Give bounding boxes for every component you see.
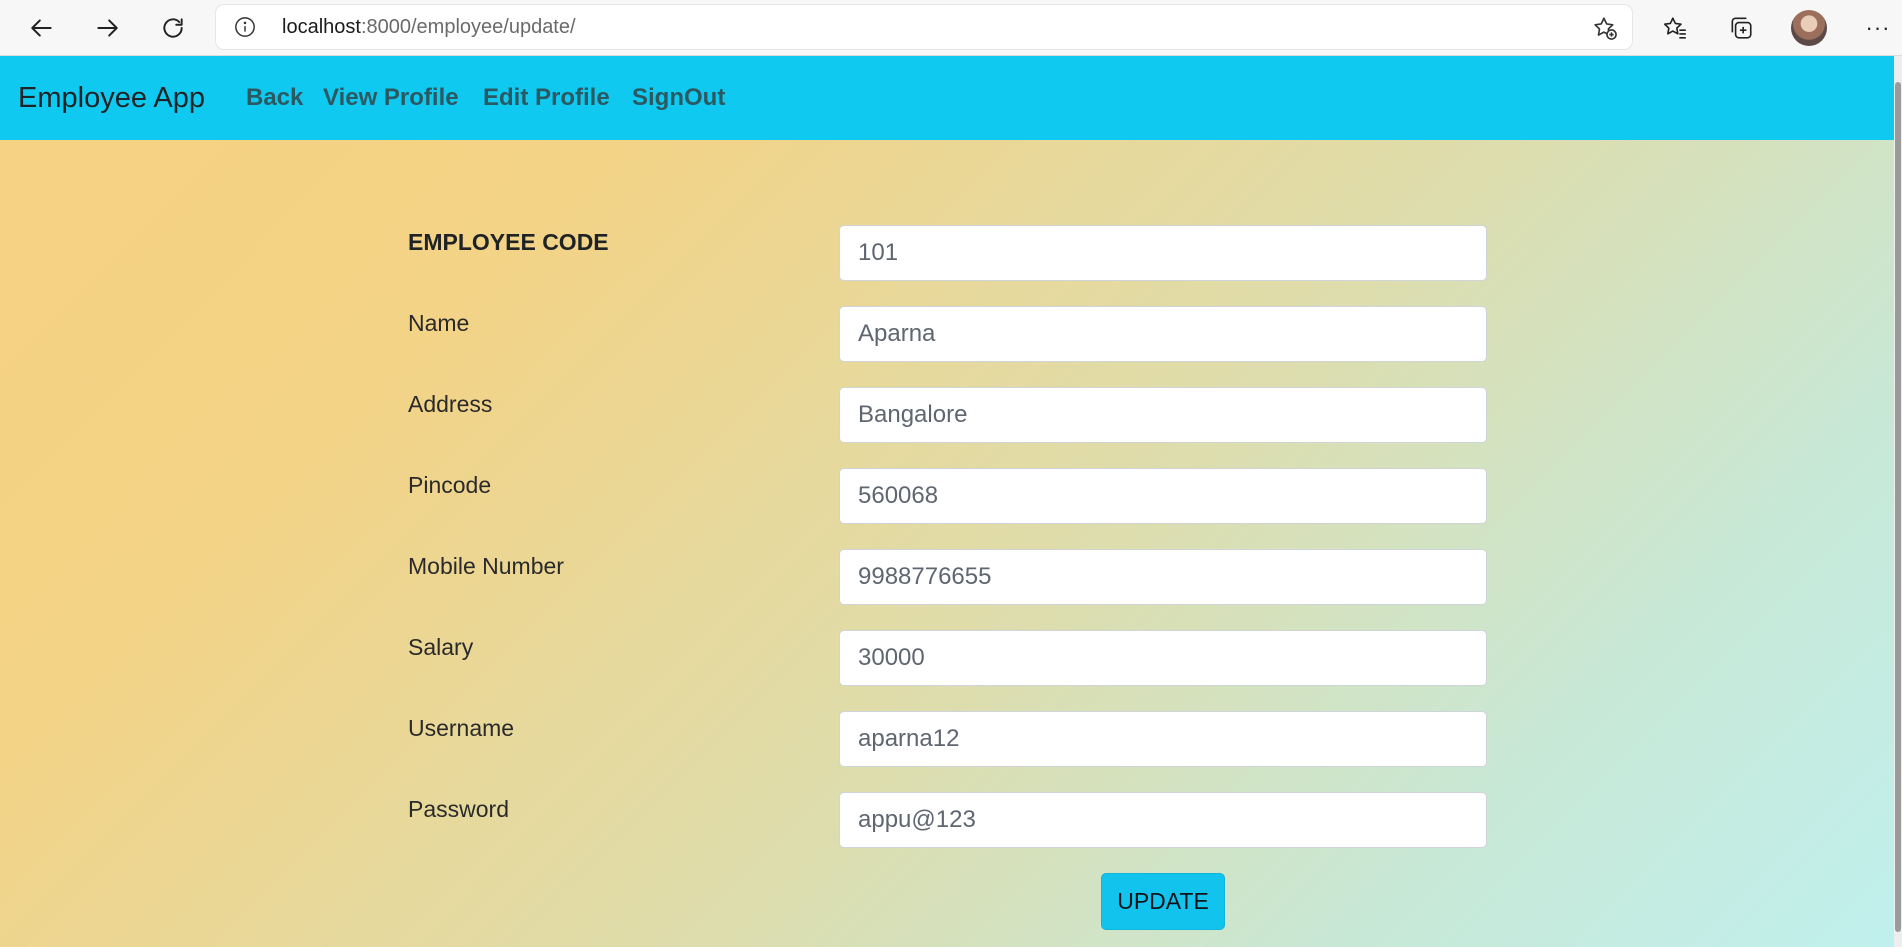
pincode-input[interactable] bbox=[839, 468, 1487, 524]
mobile-number-label: Mobile Number bbox=[408, 553, 564, 579]
more-options-icon[interactable]: ··· bbox=[1858, 8, 1898, 48]
employee-code-input[interactable] bbox=[839, 225, 1487, 281]
profile-avatar[interactable] bbox=[1791, 10, 1827, 46]
mobile-number-input[interactable] bbox=[839, 549, 1487, 605]
name-input[interactable] bbox=[839, 306, 1487, 362]
add-favorite-star-icon[interactable] bbox=[1592, 15, 1618, 41]
password-input[interactable] bbox=[839, 792, 1487, 848]
address-bar[interactable]: localhost:8000/employee/update/ bbox=[216, 5, 1632, 49]
salary-input[interactable] bbox=[839, 630, 1487, 686]
nav-link-back[interactable]: Back bbox=[246, 56, 303, 140]
reload-icon[interactable] bbox=[153, 8, 193, 48]
pincode-label: Pincode bbox=[408, 472, 492, 498]
page-content: Employee App Back View Profile Edit Prof… bbox=[0, 56, 1902, 947]
nav-link-edit-profile[interactable]: Edit Profile bbox=[483, 56, 610, 140]
nav-link-signout[interactable]: SignOut bbox=[632, 56, 725, 140]
brand-title[interactable]: Employee App bbox=[18, 56, 205, 140]
forward-arrow-icon[interactable] bbox=[87, 8, 127, 48]
username-input[interactable] bbox=[839, 711, 1487, 767]
update-button[interactable]: UPDATE bbox=[1101, 873, 1225, 930]
collections-icon[interactable] bbox=[1721, 8, 1761, 48]
address-input[interactable] bbox=[839, 387, 1487, 443]
top-navbar: Employee App Back View Profile Edit Prof… bbox=[0, 56, 1894, 140]
nav-link-view-profile[interactable]: View Profile bbox=[323, 56, 459, 140]
password-label: Password bbox=[408, 796, 509, 822]
back-arrow-icon[interactable] bbox=[22, 8, 62, 48]
address-label: Address bbox=[408, 391, 493, 417]
url-text: localhost:8000/employee/update/ bbox=[282, 16, 576, 38]
name-label: Name bbox=[408, 310, 470, 336]
favorites-icon[interactable] bbox=[1655, 8, 1695, 48]
username-label: Username bbox=[408, 715, 515, 741]
salary-label: Salary bbox=[408, 634, 474, 660]
site-info-icon[interactable] bbox=[234, 16, 256, 38]
employee-code-label: EMPLOYEE CODE bbox=[408, 229, 609, 255]
browser-toolbar: localhost:8000/employee/update/ ··· bbox=[0, 0, 1902, 56]
scrollbar-thumb[interactable] bbox=[1895, 82, 1901, 932]
page-scrollbar[interactable] bbox=[1894, 56, 1902, 947]
